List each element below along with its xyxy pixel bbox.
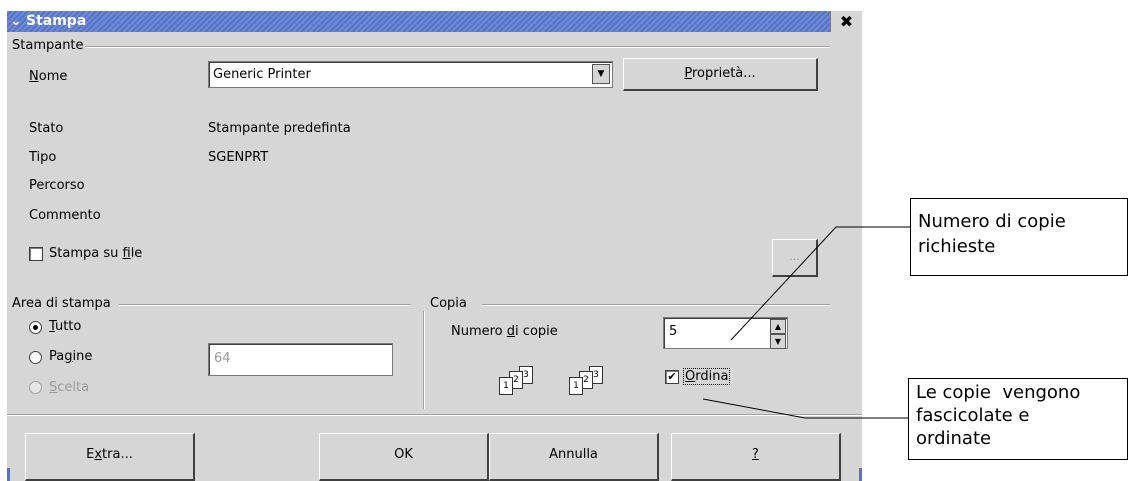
collate-callout-line <box>702 398 908 419</box>
collate-annotation-line1: Le copie vengono <box>916 382 1081 403</box>
copies-annotation-line2: richieste <box>918 236 996 257</box>
collate-annotation: Le copie vengono fascicolate e ordinate <box>908 378 1128 460</box>
copies-annotation: Numero di copie richieste <box>910 198 1128 276</box>
copies-annotation-line1: Numero di copie <box>918 211 1066 232</box>
collate-annotation-line3: ordinate <box>916 428 992 449</box>
copies-callout-line <box>730 226 910 341</box>
collate-annotation-line2: fascicolate e <box>916 405 1030 426</box>
